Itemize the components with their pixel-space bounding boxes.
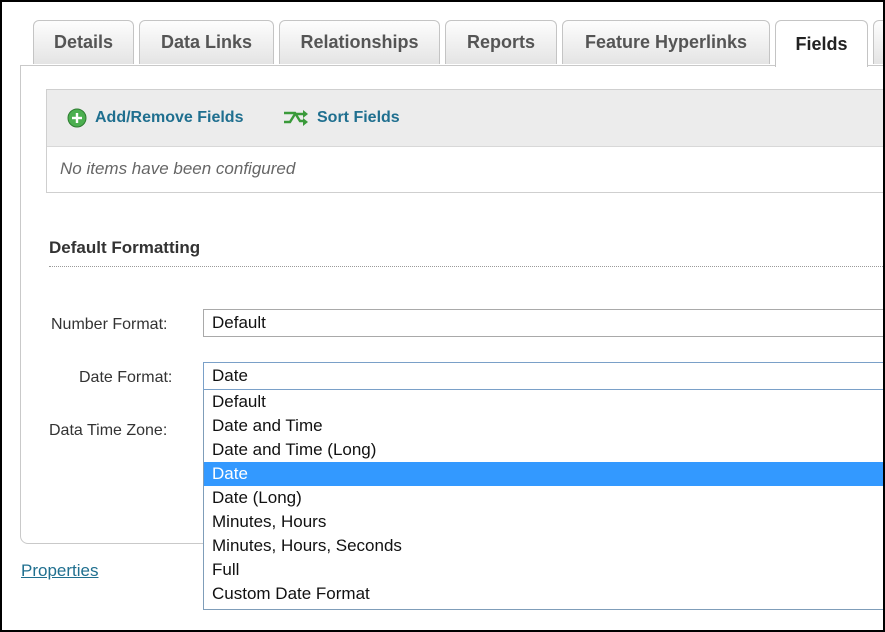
add-remove-fields-button[interactable]: Add/Remove Fields <box>67 108 243 128</box>
section-title: Default Formatting <box>49 238 201 257</box>
tab-reports[interactable]: Reports <box>445 20 557 64</box>
tab-label: Data Links <box>160 32 253 52</box>
empty-message: No items have been configured <box>60 159 296 178</box>
number-format-label: Number Format: <box>51 316 168 333</box>
date-format-dropdown: Default Date and Time Date and Time (Lon… <box>203 390 883 610</box>
sort-fields-label: Sort Fields <box>317 109 400 126</box>
date-format-option-selected[interactable]: Date <box>204 462 883 486</box>
date-format-option[interactable]: Date and Time <box>204 414 883 438</box>
tab-label: Reports <box>466 32 535 52</box>
tab-fields[interactable]: Fields <box>775 20 868 67</box>
number-format-value: Default <box>212 313 266 332</box>
date-format-option[interactable]: Minutes, Hours, Seconds <box>204 534 883 558</box>
date-format-value: Date <box>212 366 248 385</box>
tab-feature-hyperlinks[interactable]: Feature Hyperlinks <box>562 20 770 64</box>
fields-list: Add/Remove Fields Sort Fields No items h… <box>46 89 883 193</box>
section-divider <box>49 266 883 267</box>
tab-relationships[interactable]: Relationships <box>279 20 440 64</box>
fields-toolbar: Add/Remove Fields Sort Fields <box>47 90 883 147</box>
add-remove-fields-label: Add/Remove Fields <box>95 109 244 126</box>
sort-icon <box>283 108 309 128</box>
number-format-select[interactable]: Default <box>203 309 883 337</box>
tab-label: Fields <box>795 33 848 54</box>
date-format-option[interactable]: Date (Long) <box>204 486 883 510</box>
date-format-select[interactable]: Date <box>203 362 883 390</box>
date-format-option[interactable]: Date and Time (Long) <box>204 438 883 462</box>
properties-link[interactable]: Properties <box>21 561 98 581</box>
tab-data-links[interactable]: Data Links <box>139 20 274 64</box>
date-format-option[interactable]: Default <box>204 390 883 414</box>
data-time-zone-label: Data Time Zone: <box>49 422 168 439</box>
tab-label: Relationships <box>300 32 419 52</box>
date-format-label: Date Format: <box>79 369 173 386</box>
tab-details[interactable]: Details <box>33 20 134 64</box>
tab-label: Details <box>53 32 114 52</box>
sort-fields-button[interactable]: Sort Fields <box>283 108 400 128</box>
date-format-option[interactable]: Custom Date Format <box>204 582 883 606</box>
window-frame: Details Data Links Relationships Reports… <box>0 0 885 632</box>
tab-overflow[interactable] <box>873 20 883 64</box>
date-format-option[interactable]: Full <box>204 558 883 582</box>
date-format-option[interactable]: Minutes, Hours <box>204 510 883 534</box>
add-circle-icon <box>67 108 87 128</box>
tab-label: Feature Hyperlinks <box>584 32 748 52</box>
